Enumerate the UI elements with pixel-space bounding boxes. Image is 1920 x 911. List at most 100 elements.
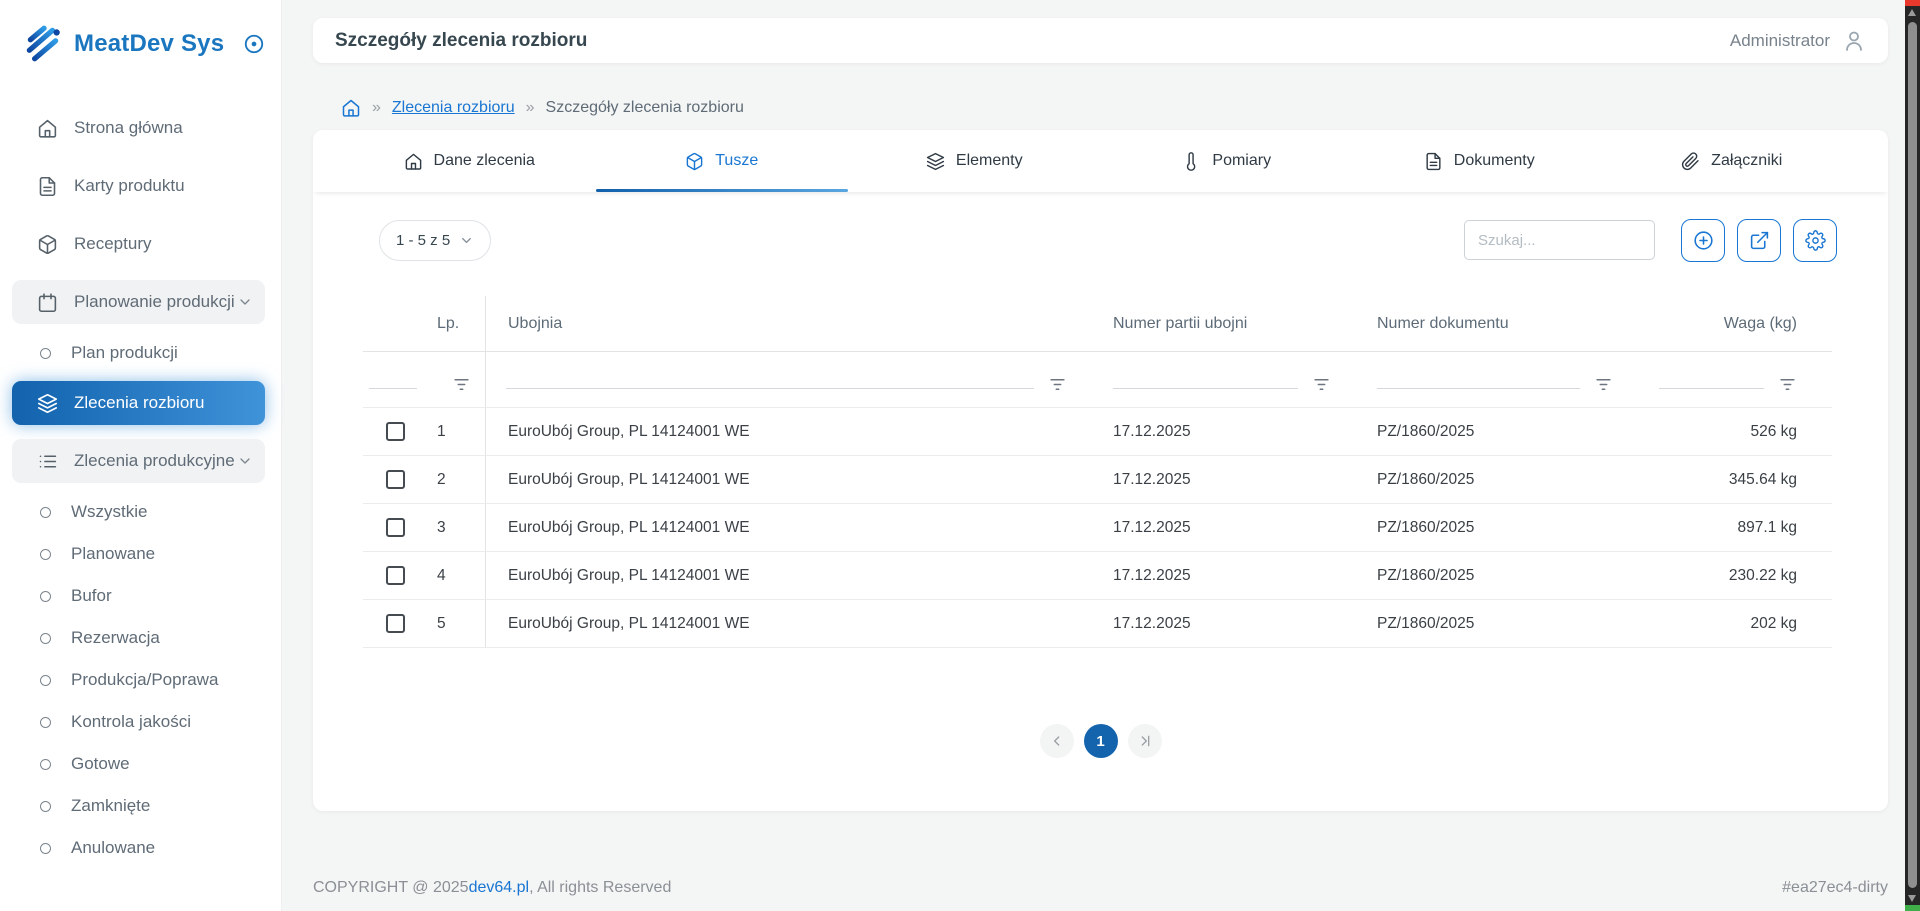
cell-dokument: PZ/1860/2025: [1357, 504, 1639, 551]
sidebar-collapse-icon[interactable]: [243, 33, 265, 55]
sidebar-item-label: Kontrola jakości: [71, 712, 191, 732]
footer-link-dev64[interactable]: dev64.pl: [469, 879, 530, 897]
breadcrumb-home-icon[interactable]: [341, 98, 361, 118]
sidebar-item-karty-produktu[interactable]: Karty produktu: [12, 164, 265, 208]
filter-input-ubojnia[interactable]: [506, 388, 1034, 390]
sidebar-item-planowane[interactable]: Planowane: [12, 539, 265, 569]
column-header-ubojnia[interactable]: Ubojnia: [485, 296, 1093, 351]
sidebar-item-label: Plan produkcji: [71, 343, 178, 363]
filter-icon[interactable]: [1594, 375, 1613, 394]
row-checkbox[interactable]: [386, 518, 405, 537]
export-button[interactable]: [1737, 219, 1781, 262]
pagination-last-button[interactable]: [1128, 724, 1162, 758]
tab-dane-zlecenia[interactable]: Dane zlecenia: [343, 130, 596, 192]
table-row[interactable]: 5 EuroUbój Group, PL 14124001 WE 17.12.2…: [363, 600, 1832, 648]
plus-circle-icon: [1693, 230, 1714, 251]
tab-pomiary[interactable]: Pomiary: [1101, 130, 1354, 192]
cell-waga: 526 kg: [1639, 408, 1817, 455]
sidebar-item-anulowane[interactable]: Anulowane: [12, 833, 265, 863]
filter-input-lp[interactable]: [369, 388, 417, 390]
top-header: Szczegóły zlecenia rozbioru Administrato…: [313, 18, 1888, 63]
filter-input-partia[interactable]: [1113, 388, 1298, 390]
sidebar-item-label: Zlecenia rozbioru: [74, 393, 253, 413]
column-header-lp[interactable]: Lp.: [427, 296, 485, 351]
tab-label: Dane zlecenia: [434, 152, 535, 170]
scroll-marker-bottom: [1905, 905, 1920, 911]
sidebar-item-label: Karty produktu: [74, 176, 253, 196]
column-header-waga[interactable]: Waga (kg): [1639, 296, 1817, 351]
scrollbar-up-arrow[interactable]: [1908, 9, 1916, 16]
file-text-icon: [1424, 152, 1443, 171]
sidebar-item-label: Gotowe: [71, 754, 130, 774]
cell-dokument: PZ/1860/2025: [1357, 456, 1639, 503]
main-area: Szczegóły zlecenia rozbioru Administrato…: [282, 0, 1920, 911]
sidebar-item-produkcja-poprawa[interactable]: Produkcja/Poprawa: [12, 665, 265, 695]
filter-icon[interactable]: [1778, 375, 1797, 394]
radio-circle-icon: [40, 348, 51, 359]
table-row[interactable]: 4 EuroUbój Group, PL 14124001 WE 17.12.2…: [363, 552, 1832, 600]
table-row[interactable]: 2 EuroUbój Group, PL 14124001 WE 17.12.2…: [363, 456, 1832, 504]
filter-input-waga[interactable]: [1659, 388, 1764, 390]
tusze-table: Lp. Ubojnia Numer partii ubojni Numer do…: [363, 296, 1832, 648]
sidebar-item-label: Zamknięte: [71, 796, 150, 816]
sidebar-item-zlecenia-produkcyjne[interactable]: Zlecenia produkcyjne: [12, 439, 265, 483]
copyright-text-suffix: , All rights Reserved: [529, 879, 671, 897]
add-button[interactable]: [1681, 219, 1725, 262]
pagination-page-1[interactable]: 1: [1084, 724, 1118, 758]
chevron-down-icon: [237, 294, 253, 310]
filter-icon[interactable]: [1048, 375, 1067, 394]
table-row[interactable]: 3 EuroUbój Group, PL 14124001 WE 17.12.2…: [363, 504, 1832, 552]
row-checkbox[interactable]: [386, 614, 405, 633]
sidebar-item-rezerwacja[interactable]: Rezerwacja: [12, 623, 265, 653]
table-row[interactable]: 1 EuroUbój Group, PL 14124001 WE 17.12.2…: [363, 408, 1832, 456]
column-header-partia[interactable]: Numer partii ubojni: [1093, 296, 1357, 351]
tab-label: Załączniki: [1711, 152, 1782, 170]
sidebar: MeatDev Sys Strona główna Karty produktu…: [0, 0, 282, 911]
scroll-marker-top: [1905, 0, 1920, 6]
tab-elementy[interactable]: Elementy: [848, 130, 1101, 192]
file-text-icon: [37, 176, 58, 197]
cell-lp: 3: [427, 504, 485, 551]
column-header-dokument[interactable]: Numer dokumentu: [1357, 296, 1639, 351]
search-input[interactable]: [1464, 220, 1655, 260]
sidebar-item-strona-glowna[interactable]: Strona główna: [12, 106, 265, 150]
radio-circle-icon: [40, 591, 51, 602]
home-icon: [37, 118, 58, 139]
cell-lp: 5: [427, 600, 485, 647]
settings-button[interactable]: [1793, 219, 1837, 262]
row-checkbox[interactable]: [386, 422, 405, 441]
user-menu[interactable]: Administrator: [1730, 29, 1866, 53]
sidebar-item-receptury[interactable]: Receptury: [12, 222, 265, 266]
list-icon: [37, 451, 58, 472]
sidebar-item-wszystkie[interactable]: Wszystkie: [12, 497, 265, 527]
sidebar-item-zamkniete[interactable]: Zamknięte: [12, 791, 265, 821]
sidebar-item-plan-produkcji[interactable]: Plan produkcji: [12, 338, 265, 368]
scrollbar-down-arrow[interactable]: [1908, 895, 1916, 902]
cell-lp: 1: [427, 408, 485, 455]
sidebar-item-planowanie-produkcji[interactable]: Planowanie produkcji: [12, 280, 265, 324]
table-toolbar: 1 - 5 z 5: [313, 218, 1888, 262]
filter-icon[interactable]: [452, 375, 471, 394]
app-logo-text: MeatDev Sys: [74, 30, 243, 58]
filter-input-dokument[interactable]: [1377, 388, 1580, 390]
row-checkbox[interactable]: [386, 470, 405, 489]
cell-dokument: PZ/1860/2025: [1357, 408, 1639, 455]
tab-zalaczniki[interactable]: Załączniki: [1606, 130, 1859, 192]
radio-circle-icon: [40, 759, 51, 770]
sidebar-item-label: Produkcja/Poprawa: [71, 670, 218, 690]
sidebar-item-bufor[interactable]: Bufor: [12, 581, 265, 611]
cell-ubojnia: EuroUbój Group, PL 14124001 WE: [485, 504, 1093, 551]
tab-dokumenty[interactable]: Dokumenty: [1353, 130, 1606, 192]
row-checkbox[interactable]: [386, 566, 405, 585]
sidebar-item-zlecenia-rozbioru[interactable]: Zlecenia rozbioru: [12, 381, 265, 425]
range-dropdown[interactable]: 1 - 5 z 5: [379, 220, 491, 261]
scrollbar-thumb[interactable]: [1908, 22, 1917, 888]
cell-lp: 2: [427, 456, 485, 503]
tab-tusze[interactable]: Tusze: [596, 130, 849, 192]
breadcrumb-link-zlecenia-rozbioru[interactable]: Zlecenia rozbioru: [392, 99, 515, 117]
sidebar-nav: Strona główna Karty produktu Receptury P…: [0, 68, 281, 863]
pagination-prev-button[interactable]: [1040, 724, 1074, 758]
filter-icon[interactable]: [1312, 375, 1331, 394]
sidebar-item-gotowe[interactable]: Gotowe: [12, 749, 265, 779]
sidebar-item-kontrola-jakosci[interactable]: Kontrola jakości: [12, 707, 265, 737]
